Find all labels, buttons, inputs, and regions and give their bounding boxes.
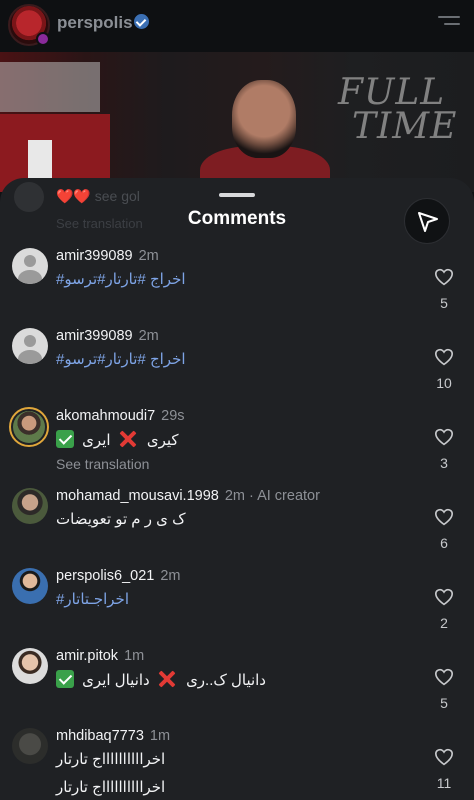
player-head-shape	[232, 80, 296, 158]
profile-avatar[interactable]	[8, 4, 50, 46]
post-image: FULL TIME	[0, 52, 474, 192]
comment-username[interactable]: perspolis6_021	[56, 568, 154, 584]
comment-time: 29s	[161, 408, 185, 424]
check-mark-icon	[56, 430, 74, 448]
send-icon	[418, 212, 438, 232]
comment-username[interactable]: mohamad_mousavi.1998	[56, 488, 219, 504]
jersey-shape	[0, 62, 100, 112]
ai-creator-label: · AI creator	[249, 488, 320, 504]
profile-header: perspolis	[0, 0, 474, 52]
like-count: 10	[436, 375, 452, 391]
comment-username[interactable]: amir399089	[56, 248, 133, 264]
comment-time: 1m	[124, 648, 145, 664]
comment-text[interactable]: دانیال ک..ری دانیال ایری	[56, 670, 266, 689]
comment-text-line2[interactable]: اخرااااااااااج تارتار	[56, 778, 165, 796]
heart-icon	[434, 428, 454, 446]
see-translation-link[interactable]: See translation	[56, 456, 149, 472]
comments-title: Comments	[187, 208, 287, 229]
avatar[interactable]	[12, 328, 48, 364]
like-button[interactable]: 6	[430, 508, 458, 551]
avatar[interactable]	[12, 488, 48, 524]
like-count: 11	[436, 775, 452, 791]
comment-text[interactable]: ک ی ر م تو تعویضات	[56, 510, 186, 528]
comment-text[interactable]: #اخراج #تارتار#ترسو	[56, 270, 186, 288]
drag-handle[interactable]	[219, 193, 255, 197]
comment-time: 1m	[149, 728, 171, 744]
like-count: 5	[440, 695, 448, 711]
like-count: 6	[440, 535, 448, 551]
comment-text[interactable]: اخرااااااااااج تارتار	[56, 750, 165, 768]
avatar[interactable]	[12, 648, 48, 684]
comment-username[interactable]: amir399089	[56, 328, 133, 344]
heart-icon	[434, 508, 454, 526]
avatar[interactable]	[12, 248, 48, 284]
verified-badge-icon	[134, 14, 149, 29]
comment-text-part: ایری	[82, 432, 111, 449]
full-time-overlay: FULL TIME	[338, 72, 458, 147]
caption-text: ❤️❤️ see gol	[56, 188, 140, 204]
comment-time: 2m	[138, 248, 159, 264]
check-mark-icon	[56, 670, 74, 688]
hamburger-menu-icon[interactable]	[438, 16, 460, 32]
like-button[interactable]: 5	[430, 668, 458, 711]
like-button[interactable]: 11	[430, 748, 458, 791]
comment-text[interactable]: کیری ایری	[56, 430, 179, 449]
share-button[interactable]	[404, 198, 450, 244]
like-button[interactable]: 5	[430, 268, 458, 311]
comment-username[interactable]: amir.pitok	[56, 648, 118, 664]
heart-icon	[434, 588, 454, 606]
like-count: 5	[440, 295, 448, 311]
avatar[interactable]	[12, 568, 48, 604]
heart-icon	[434, 268, 454, 286]
comment-text-part: دانیال ایری	[82, 672, 150, 689]
cross-mark-icon	[119, 430, 137, 448]
like-button[interactable]: 2	[430, 588, 458, 631]
comment-text-part: دانیال ک..ری	[186, 672, 266, 689]
comments-sheet: ❤️❤️ see gol See translation Comments am…	[0, 178, 474, 800]
live-badge-icon	[36, 32, 50, 46]
comment-text[interactable]: #اخراجـتاتار	[56, 590, 129, 608]
full-time-line2: TIME	[352, 106, 458, 147]
comment-text[interactable]: #اخراج #تارتار#ترسو	[56, 350, 186, 368]
like-button[interactable]: 10	[430, 348, 458, 391]
comment-username[interactable]: mhdibaq7773	[56, 728, 144, 744]
cross-mark-icon	[158, 670, 176, 688]
heart-icon	[434, 668, 454, 686]
avatar[interactable]	[12, 728, 48, 764]
comment-time: 2m	[138, 328, 159, 344]
like-count: 3	[440, 455, 448, 471]
avatar[interactable]	[9, 407, 49, 447]
like-button[interactable]: 3	[430, 428, 458, 471]
profile-username[interactable]: perspolis	[57, 13, 133, 33]
comment-username[interactable]: akomahmoudi7	[56, 408, 155, 424]
heart-icon	[434, 748, 454, 766]
comment-time: 2m	[224, 488, 245, 504]
comment-text-part: کیری	[146, 432, 179, 449]
heart-icon	[434, 348, 454, 366]
like-count: 2	[440, 615, 448, 631]
comment-time: 2m	[160, 568, 181, 584]
full-time-line1: FULL	[338, 72, 446, 113]
